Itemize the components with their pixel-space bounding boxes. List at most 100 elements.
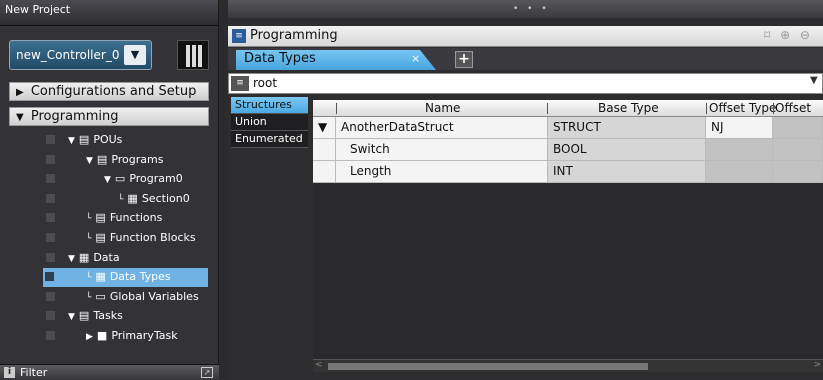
programming-tree: ▼ ▤ POUs ▼ ▤ Programs ▼ ▭ Program0 └ ▦ Section0 └ ▤ Fu… <box>0 130 219 346</box>
row-toggle-icon[interactable] <box>313 161 336 183</box>
tab-union[interactable]: Union <box>231 114 308 131</box>
horizontal-scrollbar[interactable]: < > <box>313 359 823 372</box>
tree-item-text: Functions <box>109 211 163 225</box>
drag-handle[interactable]: • • • <box>513 4 550 14</box>
cell-offset-bytes[interactable] <box>773 139 823 161</box>
project-title: New Project <box>0 0 218 26</box>
expand-filter-icon[interactable]: ↗ <box>201 367 213 378</box>
tab-structures[interactable]: Structures <box>231 97 308 114</box>
scroll-right-icon[interactable]: > <box>813 360 821 370</box>
tree-expand-icon[interactable]: ▼ <box>68 136 75 146</box>
filter-label[interactable]: Filter <box>20 366 47 379</box>
tree-item-text: Program0 <box>129 172 183 186</box>
scroll-thumb[interactable] <box>328 363 648 370</box>
cell-base-type[interactable]: INT <box>548 161 706 183</box>
tree-item-text: Tasks <box>93 309 123 323</box>
tree-item-label: └ ▦ Section0 <box>118 192 190 205</box>
status-square-icon <box>46 213 55 223</box>
tree-expand-icon[interactable]: └ <box>86 293 91 303</box>
tree-item-text: Data Types <box>109 270 171 284</box>
tree-item[interactable]: └ ▭ Global Variables <box>0 287 219 307</box>
add-tab-button[interactable]: + <box>455 51 473 68</box>
tree-node-icon: ▦ <box>78 250 90 264</box>
tree-item[interactable]: ▼ ▭ Program0 <box>0 169 219 189</box>
table-row[interactable]: ▼ AnotherDataStruct STRUCT NJ <box>313 117 823 139</box>
tree-expand-icon[interactable]: └ <box>86 234 91 244</box>
tree-item-label: ▼ ▦ Data <box>68 251 120 264</box>
namespace-label: root <box>253 76 278 90</box>
namespace-icon[interactable]: ≡ <box>231 76 249 91</box>
tree-item[interactable]: ▼ ▤ Tasks <box>0 306 219 326</box>
tree-item[interactable]: ▶ ■ PrimaryTask <box>0 326 219 346</box>
tree-node-icon: ▤ <box>96 152 108 166</box>
tree-item[interactable]: ▼ ▤ Programs <box>0 150 219 170</box>
row-toggle-icon[interactable]: ▼ <box>313 117 336 139</box>
tab-label: Data Types <box>244 51 316 66</box>
controller-name: new_Controller_0 <box>16 48 120 62</box>
cell-name[interactable]: AnotherDataStruct <box>336 117 548 139</box>
column-header-base-type[interactable]: Base Type <box>598 101 659 115</box>
cell-base-type[interactable]: STRUCT <box>548 117 706 139</box>
tree-expand-icon[interactable]: └ <box>86 273 91 283</box>
tab-enumerated[interactable]: Enumerated <box>231 131 308 148</box>
cell-offset-type[interactable]: NJ <box>706 117 773 139</box>
chevron-down-icon[interactable]: ▼ <box>124 45 146 65</box>
cell-offset-bytes[interactable] <box>773 117 823 139</box>
app-window: New Project new_Controller_0 ▼ ▶ Configu… <box>0 0 823 380</box>
tab-data-types[interactable]: Data Types × <box>236 50 436 70</box>
tree-item[interactable]: └ ▤ Function Blocks <box>0 228 219 248</box>
section-programming[interactable]: ▼ Programming <box>9 107 209 126</box>
column-header-offset-type[interactable]: Offset Type <box>709 101 776 115</box>
scroll-left-icon[interactable]: < <box>315 360 323 370</box>
tree-item[interactable]: ▼ ▤ POUs <box>0 130 219 150</box>
tree-expand-icon[interactable]: └ <box>86 214 91 224</box>
tree-item-text: POUs <box>93 133 123 146</box>
tree-node-icon: ▭ <box>114 172 126 186</box>
status-square-icon <box>46 330 55 340</box>
chevron-down-icon[interactable]: ▼ <box>810 75 822 92</box>
tree-expand-icon[interactable]: ▼ <box>68 254 75 264</box>
data-type-categories: Structures Union Enumerated <box>231 97 308 148</box>
tree-expand-icon[interactable]: ▶ <box>86 332 93 342</box>
tree-expand-icon[interactable]: ▼ <box>104 175 111 185</box>
cell-name[interactable]: Length <box>336 161 548 183</box>
cell-offset-type[interactable] <box>706 161 773 183</box>
controller-select[interactable]: new_Controller_0 ▼ <box>9 40 152 70</box>
status-square-icon <box>46 174 55 184</box>
table-header: Name Base Type Offset Type Offset B <box>313 100 823 129</box>
cell-name[interactable]: Switch <box>336 139 548 161</box>
tree-item[interactable]: └ ▤ Functions <box>0 208 219 228</box>
tree-item-label: ▼ ▤ POUs <box>68 133 122 146</box>
tree-item-text: Programs <box>111 152 164 166</box>
close-icon[interactable]: × <box>411 52 420 65</box>
editor-area: • • • ≡ Programming ⌑ ⊕ ⊖ Data Types × +… <box>228 0 823 380</box>
collapse-arrow-icon: ▼ <box>16 112 24 123</box>
section-configurations[interactable]: ▶ Configurations and Setup <box>9 82 209 101</box>
cell-base-type[interactable]: BOOL <box>548 139 706 161</box>
status-square-icon <box>45 272 54 282</box>
column-header-name[interactable]: Name <box>425 101 460 115</box>
expand-arrow-icon: ▶ <box>16 87 24 98</box>
editor-header: • • • <box>228 0 823 18</box>
cell-offset-type[interactable] <box>706 139 773 161</box>
cell-offset-bytes[interactable] <box>773 161 823 183</box>
programming-icon: ≡ <box>232 29 246 43</box>
controller-status-icon[interactable] <box>177 40 209 70</box>
multiview-explorer: New Project new_Controller_0 ▼ ▶ Configu… <box>0 0 219 380</box>
table-row[interactable]: Length INT <box>313 161 823 183</box>
tree-node-icon: ▤ <box>95 211 106 225</box>
section-label: Programming <box>30 109 119 124</box>
zoom-tools-icon[interactable]: ⌑ ⊕ ⊖ <box>764 28 813 42</box>
tree-expand-icon[interactable]: ▼ <box>86 156 93 166</box>
tree-item-label: └ ▦ Data Types <box>86 270 171 283</box>
tree-expand-icon[interactable]: ▼ <box>68 312 75 322</box>
tab-strip: Data Types × + <box>228 48 823 70</box>
row-toggle-icon[interactable] <box>313 139 336 161</box>
table-row[interactable]: Switch BOOL <box>313 139 823 161</box>
tree-expand-icon[interactable]: └ <box>118 195 123 205</box>
tree-node-icon: ▤ <box>78 133 90 146</box>
tree-node-icon: ■ <box>96 328 108 342</box>
tree-item[interactable]: └ ▦ Data Types <box>0 267 219 288</box>
tree-item[interactable]: ▼ ▦ Data <box>0 248 219 268</box>
tree-item[interactable]: └ ▦ Section0 <box>0 189 219 209</box>
